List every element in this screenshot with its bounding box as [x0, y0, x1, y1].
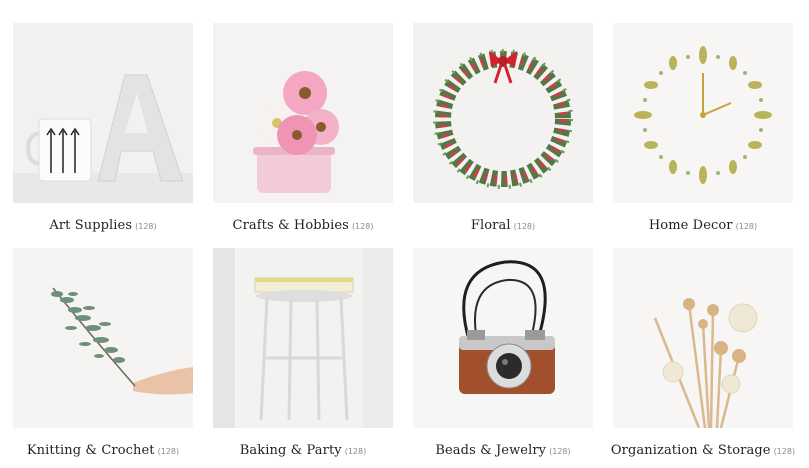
category-card-home-decor[interactable]: Home Decor (128)	[613, 23, 793, 233]
category-count: (128)	[157, 447, 180, 456]
category-name[interactable]: Organization & Storage	[611, 443, 771, 458]
category-card-baking-party[interactable]: Baking & Party (128)	[213, 248, 393, 458]
category-caption[interactable]: Home Decor (128)	[593, 214, 809, 233]
pink-flowers-in-pot-image	[213, 23, 393, 203]
category-count: (128)	[735, 222, 758, 231]
category-count: (128)	[351, 222, 374, 231]
category-card-floral[interactable]: Floral (128)	[413, 23, 593, 233]
category-caption[interactable]: Art Supplies (128)	[0, 214, 213, 233]
category-name[interactable]: Knitting & Crochet	[27, 443, 155, 458]
eucalyptus-branch-in-hand-image	[13, 248, 193, 428]
category-count: (128)	[513, 222, 536, 231]
category-caption[interactable]: Beads & Jewelry (128)	[393, 439, 613, 458]
category-card-crafts-hobbies[interactable]: Crafts & Hobbies (128)	[213, 23, 393, 233]
category-image[interactable]	[613, 23, 793, 203]
category-caption[interactable]: Knitting & Crochet (128)	[0, 439, 213, 458]
category-card-art-supplies[interactable]: Art Supplies (128)	[13, 23, 193, 233]
category-caption[interactable]: Baking & Party (128)	[193, 439, 413, 458]
category-card-organization-storage[interactable]: Organization & Storage (128)	[611, 248, 795, 458]
reed-diffuser-sticks-image	[613, 248, 793, 428]
category-name[interactable]: Beads & Jewelry	[435, 443, 546, 458]
category-image[interactable]	[13, 23, 193, 203]
category-count: (128)	[773, 447, 796, 456]
category-count: (128)	[549, 447, 571, 456]
category-image[interactable]	[13, 248, 193, 428]
category-name[interactable]: Floral	[471, 218, 511, 233]
category-caption[interactable]: Crafts & Hobbies (128)	[193, 214, 413, 233]
berry-wreath-image	[413, 23, 593, 203]
category-image[interactable]	[213, 248, 393, 428]
category-card-beads-jewelry[interactable]: Beads & Jewelry (128)	[413, 248, 593, 458]
category-count: (128)	[344, 447, 367, 456]
category-image[interactable]	[213, 23, 393, 203]
category-name[interactable]: Art Supplies	[49, 218, 132, 233]
leaf-clock-image	[613, 23, 793, 203]
white-stool-with-book-image	[213, 248, 393, 428]
category-caption[interactable]: Floral (128)	[393, 214, 613, 233]
mug-and-letter-a-image	[13, 23, 193, 203]
category-name[interactable]: Baking & Party	[240, 443, 342, 458]
category-image[interactable]	[613, 248, 793, 428]
vintage-camera-image	[413, 248, 593, 428]
category-image[interactable]	[413, 248, 593, 428]
category-count: (128)	[135, 222, 157, 231]
category-caption[interactable]: Organization & Storage (128)	[593, 439, 809, 458]
category-image[interactable]	[413, 23, 593, 203]
category-name[interactable]: Crafts & Hobbies	[233, 218, 349, 233]
category-name[interactable]: Home Decor	[649, 218, 733, 233]
category-card-knitting-crochet[interactable]: Knitting & Crochet (128)	[13, 248, 193, 458]
